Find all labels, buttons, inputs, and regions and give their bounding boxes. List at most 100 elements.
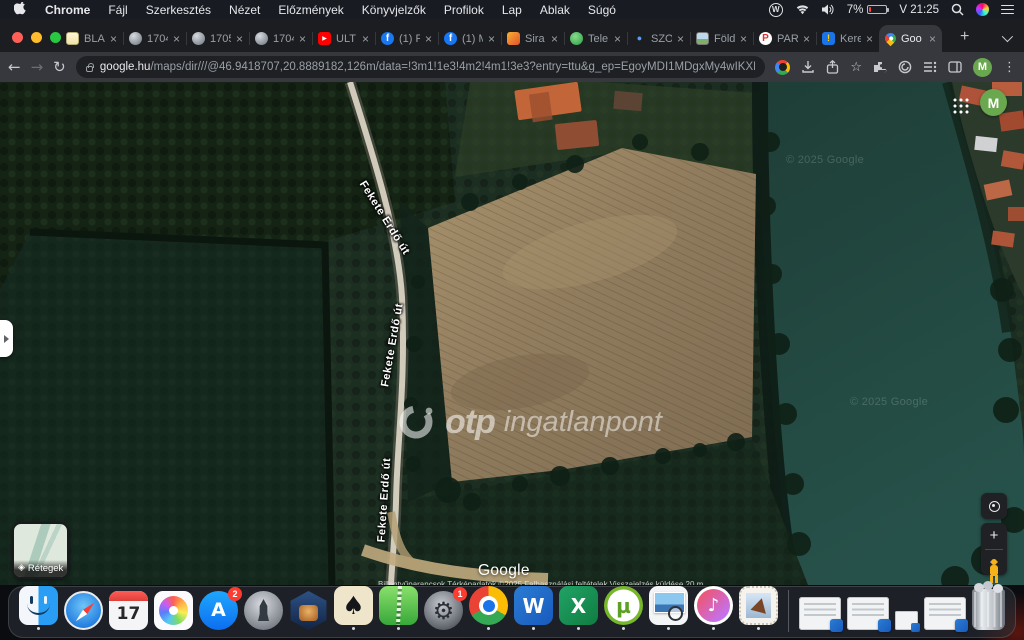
tab-close-icon[interactable]: × [614, 33, 621, 45]
dock-window3-icon[interactable] [895, 611, 918, 630]
tab-close-icon[interactable]: × [551, 33, 558, 45]
tab-goo[interactable]: Goo× [879, 25, 942, 52]
tab-1704[interactable]: 1704× [123, 25, 186, 52]
tab-sira[interactable]: Sira× [501, 25, 564, 52]
menu-item-n-zet[interactable]: Nézet [229, 3, 260, 17]
globe-favicon-icon [255, 32, 268, 45]
tab-close-icon[interactable]: × [425, 33, 432, 45]
zoom-in-button[interactable]: + [981, 523, 1007, 549]
back-button[interactable]: ← [8, 60, 21, 75]
tab-1-f[interactable]: f(1) F× [375, 25, 438, 52]
dock-window1-icon[interactable] [799, 597, 841, 630]
tab-1-m[interactable]: f(1) M× [438, 25, 501, 52]
tab-search-chevron-icon[interactable] [1002, 31, 1013, 42]
tab-close-icon[interactable]: × [173, 33, 180, 45]
apple-logo-icon[interactable] [14, 2, 27, 17]
tab-close-icon[interactable]: × [803, 33, 810, 45]
dock-photos-icon[interactable] [154, 591, 193, 630]
chrome-toolbar: ← → ↻ google.hu/maps/dir///@46.9418707,2… [0, 52, 1024, 82]
dock-finder-icon[interactable] [19, 586, 58, 625]
account-avatar[interactable]: M [980, 89, 1007, 116]
tab-close-icon[interactable]: × [299, 33, 306, 45]
google-apps-grid-icon[interactable] [952, 97, 969, 114]
menu-item-profilok[interactable]: Profilok [444, 3, 484, 17]
reload-button[interactable]: ↻ [53, 60, 66, 75]
dock-appstore-icon[interactable]: A2 [199, 591, 238, 630]
tab-close-icon[interactable]: × [362, 33, 369, 45]
tab-close-icon[interactable]: × [677, 33, 684, 45]
dock-excel-icon[interactable]: X [559, 586, 598, 625]
tab-szo[interactable]: ●SZO× [627, 25, 690, 52]
satellite-map[interactable]: Fekete Erdő út Fekete Erdő út Fekete Erd… [0, 82, 1024, 585]
extension-list-icon[interactable] [923, 61, 937, 73]
layers-button[interactable]: ◈ Rétegek [12, 522, 69, 579]
dock-spades-icon[interactable]: ♠ [334, 586, 373, 625]
profile-avatar[interactable]: M [973, 58, 992, 77]
menu-item-s-g[interactable]: Súgó [588, 3, 616, 17]
dock-preview-icon[interactable] [649, 586, 688, 625]
pegman-icon[interactable] [986, 559, 1002, 583]
dock-unarchiver-icon[interactable] [379, 586, 418, 625]
bookmark-star-icon[interactable]: ☆ [850, 61, 862, 74]
tab-ulti[interactable]: ▶ULTI× [312, 25, 375, 52]
tab-1704[interactable]: 1704× [249, 25, 312, 52]
dock-rocket-icon[interactable] [244, 591, 283, 630]
menu-item-chrome[interactable]: Chrome [45, 3, 90, 17]
tab-par[interactable]: PPAR× [753, 25, 816, 52]
menu-item-f-jl[interactable]: Fájl [108, 3, 127, 17]
menu-item-k-nyvjelz-k[interactable]: Könyvjelzők [362, 3, 426, 17]
tab-bla[interactable]: BLA× [60, 25, 123, 52]
forward-button[interactable]: → [31, 60, 44, 75]
dock-safari-icon[interactable] [64, 591, 103, 630]
wifi-icon[interactable] [795, 4, 810, 15]
dock-chrome-icon[interactable] [469, 586, 508, 625]
volume-icon[interactable] [822, 4, 835, 15]
expand-side-panel-button[interactable] [0, 320, 13, 357]
dock-calendar-icon[interactable]: 17 [109, 591, 148, 630]
google-account-icon[interactable] [775, 60, 790, 75]
dock-itunes-icon[interactable]: ♪ [694, 586, 733, 625]
menu-item-szerkeszt-s[interactable]: Szerkesztés [146, 3, 211, 17]
dock-settings-icon[interactable]: ⚙1 [424, 591, 463, 630]
dock-mail-icon[interactable] [739, 586, 778, 625]
tab-kere[interactable]: !Kere× [816, 25, 879, 52]
battery-indicator[interactable]: 7% [847, 4, 888, 16]
settings-glyph: ⚙ [433, 599, 455, 623]
siri-icon[interactable] [976, 3, 989, 16]
close-window-button[interactable] [12, 32, 23, 43]
sidebar-icon[interactable] [948, 61, 962, 73]
address-bar[interactable]: google.hu/maps/dir///@46.9418707,20.8889… [76, 56, 766, 78]
lock-icon[interactable] [86, 66, 93, 72]
chrome-menu-icon[interactable]: ⋮ [1003, 61, 1016, 74]
tab-close-icon[interactable]: × [866, 33, 873, 45]
install-app-icon[interactable] [801, 60, 815, 74]
tab-tele[interactable]: Tele× [564, 25, 627, 52]
tab-close-icon[interactable]: × [236, 33, 243, 45]
macos-menubar: Chrome Fájl Szerkesztés Nézet Előzmények Köny… [0, 0, 1024, 19]
dock-game-icon[interactable] [289, 591, 328, 630]
tab-f-ld[interactable]: Föld× [690, 25, 753, 52]
dock-window4-icon[interactable] [924, 597, 966, 630]
menu-item-lap[interactable]: Lap [502, 3, 522, 17]
my-location-button[interactable] [981, 493, 1007, 519]
tab-close-icon[interactable]: × [929, 33, 936, 45]
tab-close-icon[interactable]: × [740, 33, 747, 45]
extensions-puzzle-icon[interactable] [873, 60, 887, 74]
minimize-window-button[interactable] [31, 32, 42, 43]
menu-item-el-zm-nyek[interactable]: Előzmények [278, 3, 343, 17]
extension-swirl-icon[interactable] [898, 60, 912, 74]
menubar-clock[interactable]: V 21:25 [899, 4, 939, 16]
w-app-icon[interactable]: W [769, 3, 783, 17]
dock-window2-icon[interactable] [847, 597, 889, 630]
tab-close-icon[interactable]: × [488, 33, 495, 45]
tab-close-icon[interactable]: × [110, 33, 117, 45]
new-tab-button[interactable]: + [960, 29, 969, 45]
share-icon[interactable] [826, 60, 839, 74]
tab-1705[interactable]: 1705× [186, 25, 249, 52]
dock-utorrent-icon[interactable]: µ [604, 586, 643, 625]
menu-item-ablak[interactable]: Ablak [540, 3, 570, 17]
dock-word-icon[interactable]: W [514, 586, 553, 625]
spotlight-icon[interactable] [951, 3, 964, 16]
control-center-icon[interactable] [1001, 5, 1014, 15]
dock-trash-icon[interactable] [972, 589, 1005, 630]
